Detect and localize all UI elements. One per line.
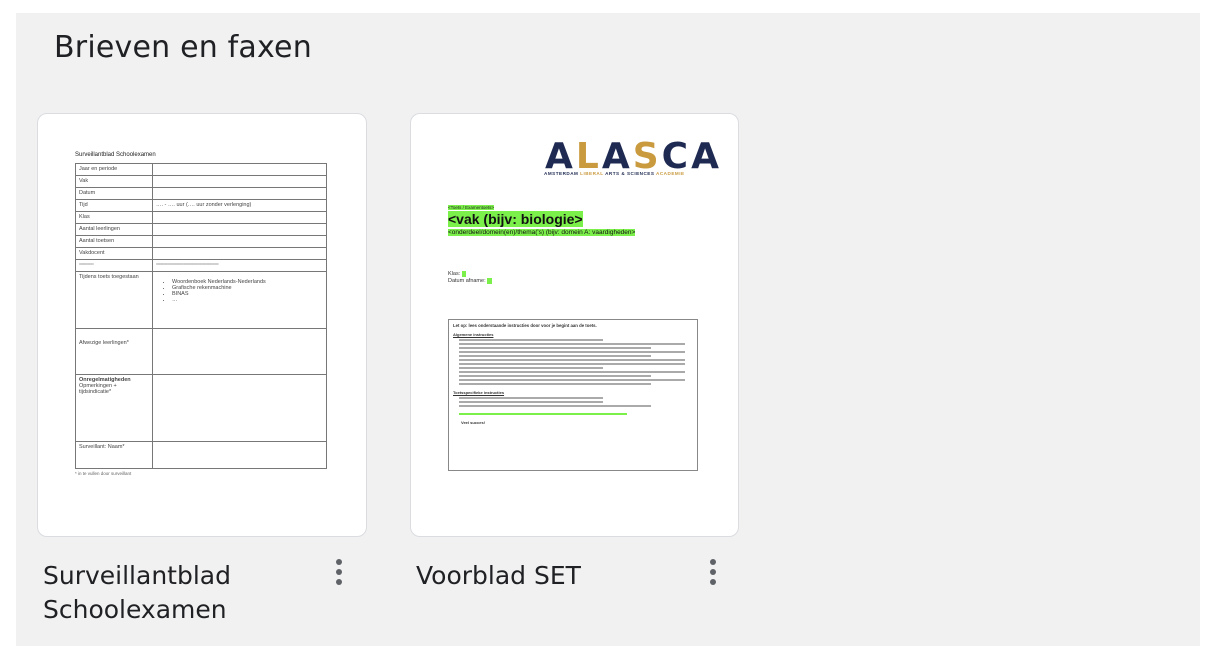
text-line [459, 383, 651, 385]
table-cell: Afwezige leerlingen* [75, 328, 153, 375]
table-cell [152, 211, 327, 224]
table-cell: Surveillant: Naam* [75, 441, 153, 469]
document-name[interactable]: Surveillantblad Schoolexamen [43, 559, 303, 627]
logo-letter: A [691, 136, 722, 177]
type-label: <Toets / Examentoets> [448, 205, 495, 210]
text-line [459, 339, 603, 341]
table-row: Vak [75, 175, 327, 188]
table-row: Jaar en periode [75, 163, 327, 176]
text-line [459, 351, 685, 353]
table-cell: Onregelmatigheden Opmerkingen + tijdsind… [75, 374, 153, 442]
thumbnail-title: Surveillantblad Schoolexamen [75, 152, 156, 158]
document-section: Brieven en faxen Surveillantblad Schoole… [16, 13, 1200, 646]
text-line [459, 355, 651, 357]
table-cell: Vak [75, 175, 153, 188]
subtitle: <onderdeel/domein(en)/thema('s) (bijv: d… [448, 229, 636, 236]
text-line [459, 363, 685, 365]
table-row: Aantal leerlingen [75, 223, 327, 236]
table-cell: Tijdens toets toegestaan [75, 271, 153, 329]
table-cell: Aantal leerlingen [75, 223, 153, 236]
table-cell: Aantal toetsen [75, 235, 153, 248]
table-row: ========== ==============================… [75, 259, 327, 272]
list-item: … [172, 297, 323, 303]
table-row: Surveillant: Naam* [75, 441, 327, 469]
general-instructions-title: Algemene instructies [453, 332, 494, 337]
thumbnail-table: Jaar en periode Vak Datum Tijd…. - …. uu… [75, 163, 327, 469]
table-cell: Tijd [75, 199, 153, 212]
table-row: Klas [75, 211, 327, 224]
table-cell [152, 374, 327, 442]
text-line [459, 343, 685, 345]
text-line [459, 375, 651, 377]
table-cell: ========== [75, 259, 153, 272]
document-name[interactable]: Voorblad SET [416, 559, 676, 593]
text-line [459, 371, 685, 373]
thumbnail-page: Surveillantblad Schoolexamen Jaar en per… [75, 152, 331, 476]
text-line [459, 347, 651, 349]
table-cell [152, 175, 327, 188]
section-title: Brieven en faxen [54, 30, 312, 65]
datum-highlight [487, 278, 492, 284]
klas-label: Klas: [448, 271, 461, 277]
type-label-text: <Toets / Examentoets> [448, 205, 495, 210]
table-row: Onregelmatigheden Opmerkingen + tijdsind… [75, 374, 327, 442]
specific-instructions-title: Toetsspecifieke instructies [453, 390, 505, 395]
table-cell: Jaar en periode [75, 163, 153, 176]
table-cell: ========================================… [152, 259, 327, 272]
thumbnail-footnote: * in te vullen door surveillant [75, 471, 132, 476]
more-vert-icon[interactable] [327, 553, 351, 591]
table-cell [152, 163, 327, 176]
text-line [459, 367, 603, 369]
text-line [459, 397, 603, 399]
table-cell [152, 235, 327, 248]
instructions-box: Let op: lees onderstaande instructies do… [448, 319, 698, 471]
logo-sub-part: LIBERAL [580, 171, 606, 176]
irregular-sublabel: Opmerkingen + tijdsindicatie* [79, 383, 117, 395]
document-thumbnail-voorblad-set[interactable]: ALASCA AMSTERDAM LIBERAL ARTS & SCIENCES… [410, 113, 739, 537]
table-cell: …. - …. uur (…. uur zonder verlenging) [152, 199, 327, 212]
closing-text: Veel succes! [461, 420, 486, 425]
logo-subtitle: AMSTERDAM LIBERAL ARTS & SCIENCES ACADEM… [544, 171, 685, 176]
text-line-highlighted [459, 413, 627, 415]
table-row: Vakdocent [75, 247, 327, 260]
table-row: Aantal toetsen [75, 235, 327, 248]
klas-datum: Klas: Datum afname: [448, 271, 492, 285]
table-row: Datum [75, 187, 327, 200]
table-cell: Woordenboek Nederlands-Nederlands Grafis… [152, 271, 327, 329]
table-cell [152, 187, 327, 200]
text-line [459, 379, 685, 381]
table-row: Tijd…. - …. uur (…. uur zonder verlengin… [75, 199, 327, 212]
subtitle-text: <onderdeel/domein(en)/thema('s) (bijv: d… [448, 229, 636, 236]
table-cell [152, 223, 327, 236]
table-row: Tijdens toets toegestaan Woordenboek Ned… [75, 271, 327, 329]
table-cell [152, 328, 327, 375]
text-line [459, 405, 651, 407]
more-vert-icon[interactable] [701, 553, 725, 591]
table-cell [152, 441, 327, 469]
klas-highlight [461, 271, 467, 277]
table-cell: Klas [75, 211, 153, 224]
allowed-list: Woordenboek Nederlands-Nederlands Grafis… [156, 279, 323, 303]
table-row: Afwezige leerlingen* [75, 328, 327, 375]
text-line [459, 359, 685, 361]
datum-label: Datum afname: [448, 278, 486, 284]
table-cell [152, 247, 327, 260]
instructions-title: Let op: lees onderstaande instructies do… [453, 323, 597, 328]
logo-sub-part: AMSTERDAM [544, 171, 581, 176]
logo-sub-part: ARTS & SCIENCES [605, 171, 657, 176]
vak-title-text: <vak (bijv: biologie> [448, 211, 583, 227]
vak-title: <vak (bijv: biologie> [448, 211, 583, 227]
logo-sub-part: ACADEMIE [656, 171, 685, 176]
table-cell: Vakdocent [75, 247, 153, 260]
table-cell: Datum [75, 187, 153, 200]
document-thumbnail-surveillantblad[interactable]: Surveillantblad Schoolexamen Jaar en per… [37, 113, 367, 537]
text-line [459, 401, 603, 403]
